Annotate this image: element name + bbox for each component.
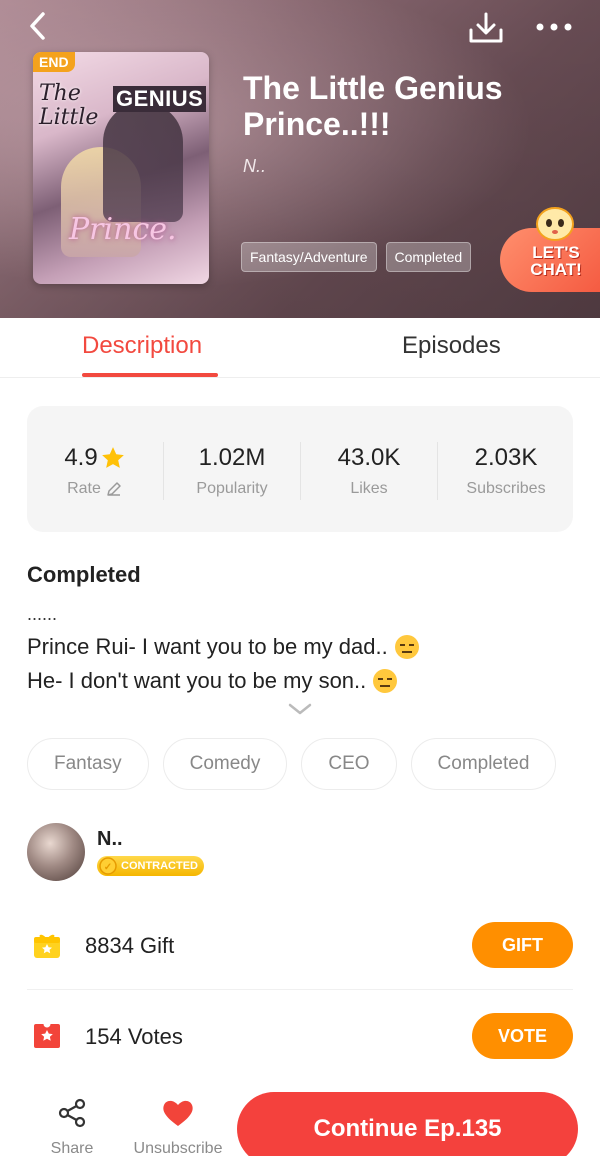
back-icon[interactable] (18, 6, 58, 46)
gift-row: 8834 Gift GIFT (27, 900, 573, 990)
rate-label: Rate (67, 480, 101, 497)
star-icon (101, 447, 124, 468)
share-icon (58, 1098, 86, 1128)
gift-button[interactable]: GIFT (472, 922, 573, 968)
contracted-badge: ✓ CONTRACTED (97, 856, 204, 876)
active-tab-indicator (82, 373, 218, 377)
author-avatar[interactable] (27, 823, 85, 881)
vote-row: 154 Votes VOTE (27, 991, 573, 1081)
chat-mascot-icon (536, 207, 574, 241)
gift-icon (34, 934, 60, 958)
tag-chip[interactable]: Completed (410, 738, 557, 790)
svg-text:✓: ✓ (104, 862, 112, 873)
gift-count: 8834 Gift (85, 933, 175, 958)
likes-value: 43.0K (337, 444, 401, 471)
description-line: Prince Rui- I want you to be my dad.. (27, 634, 420, 660)
unsubscribe-label: Unsubscribe (133, 1140, 223, 1156)
genre-tags: Fantasy/Adventure Completed (241, 242, 472, 272)
vote-ticket-icon (34, 1021, 60, 1048)
author-row[interactable]: N.. ✓ CONTRACTED (27, 822, 587, 882)
cover-art-figure (103, 102, 183, 222)
author-name[interactable]: N.. (97, 828, 123, 851)
likes-label: Likes (350, 480, 388, 497)
status-heading: Completed (27, 562, 141, 587)
edit-pencil-icon[interactable] (105, 480, 123, 498)
contracted-label: CONTRACTED (121, 860, 198, 872)
stat-rate[interactable]: 4.9 Rate (27, 406, 163, 532)
cover-title-prince: Prince. (69, 212, 177, 247)
book-author[interactable]: N.. (243, 156, 266, 177)
heart-icon (163, 1100, 193, 1126)
tag-chip[interactable]: Comedy (162, 738, 288, 790)
genre-tag[interactable]: Completed (385, 242, 472, 272)
book-title: The Little Genius Prince..!!! (243, 70, 503, 142)
description-text: Prince Rui- I want you to be my dad.. (27, 634, 388, 659)
description-line: He- I don't want you to be my son.. (27, 668, 398, 694)
cover-title-script: The Little (39, 81, 99, 130)
stat-popularity: 1.02M Popularity (164, 406, 300, 532)
tag-chip[interactable]: CEO (301, 738, 397, 790)
subscribes-label: Subscribes (466, 480, 546, 497)
bottom-action-bar: Share Unsubscribe Continue Ep.135 (0, 1083, 600, 1156)
description-text: He- I don't want you to be my son.. (27, 668, 367, 693)
tab-episodes[interactable]: Episodes (402, 332, 501, 360)
tab-description[interactable]: Description (82, 332, 202, 360)
coin-badge-icon: ✓ (99, 857, 117, 875)
share-button[interactable]: Share (46, 1097, 98, 1156)
stats-card: 4.9 Rate 1.02M Popularity 43.0K Likes 2.… (27, 406, 573, 532)
unsubscribe-button[interactable]: Unsubscribe (128, 1097, 228, 1156)
tag-list: Fantasy Comedy CEO Completed (27, 738, 557, 790)
continue-reading-button[interactable]: Continue Ep.135 (237, 1092, 578, 1156)
download-icon[interactable] (466, 8, 506, 48)
expressionless-emoji-icon (373, 669, 398, 693)
description-dots: ...... (27, 604, 58, 624)
stat-subscribes: 2.03K Subscribes (438, 406, 574, 532)
popularity-label: Popularity (196, 480, 268, 497)
more-icon[interactable] (532, 12, 576, 42)
rate-value: 4.9 (64, 444, 98, 471)
genre-tag[interactable]: Fantasy/Adventure (241, 242, 377, 272)
cover-title-genius: GENIUS (113, 86, 207, 112)
detail-tabs: Description Episodes (0, 318, 600, 378)
lets-chat-label[interactable]: LET'S CHAT! (521, 244, 591, 278)
popularity-value: 1.02M (198, 444, 266, 471)
book-cover: The Little GENIUS Prince. END (33, 52, 209, 284)
end-badge: END (33, 52, 75, 72)
expressionless-emoji-icon (394, 635, 419, 659)
subscribes-value: 2.03K (474, 444, 538, 471)
chevron-down-icon[interactable] (285, 700, 315, 718)
tag-chip[interactable]: Fantasy (27, 738, 149, 790)
stat-likes: 43.0K Likes (301, 406, 437, 532)
vote-count: 154 Votes (85, 1024, 183, 1049)
vote-button[interactable]: VOTE (472, 1013, 573, 1059)
share-label: Share (50, 1140, 94, 1156)
